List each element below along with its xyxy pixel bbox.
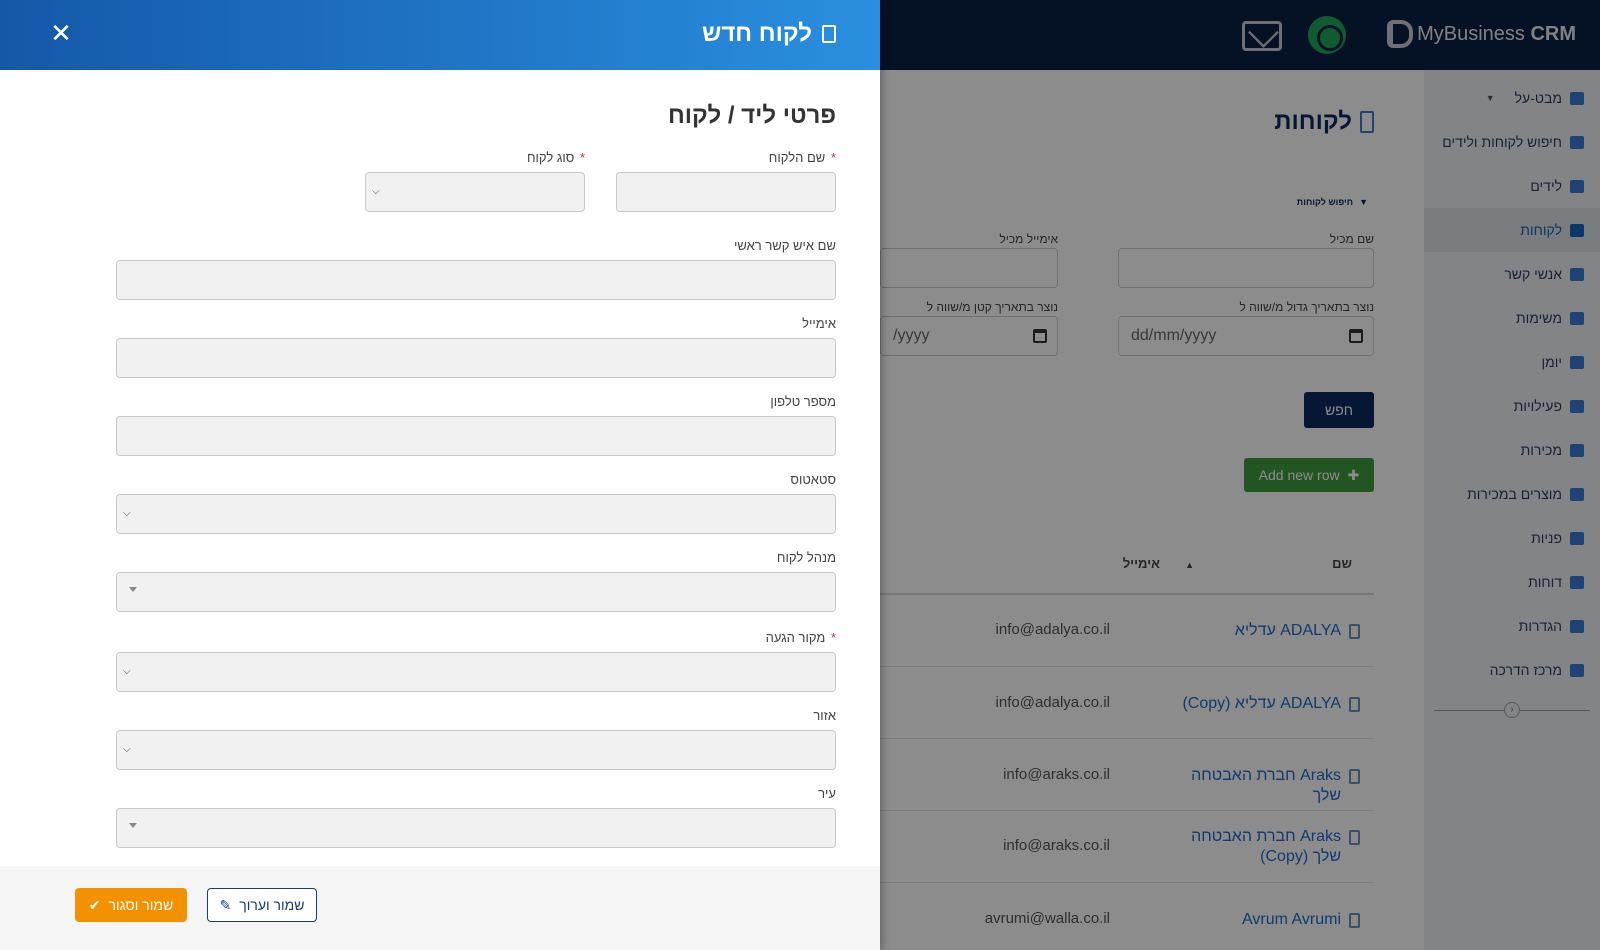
main-contact-label: שם איש קשר ראשי	[734, 238, 836, 253]
new-customer-panel: לקוח חדש ✕ פרטי ליד / לקוח * שם הלקוח * …	[0, 0, 880, 950]
account-manager-label: מנהל לקוח	[776, 550, 836, 565]
city-label: עיר	[818, 786, 836, 801]
panel-footer: שמור וסגור ✔ שמור וערוך ✎	[0, 866, 880, 950]
customer-type-select[interactable]: ⌵	[365, 172, 585, 212]
customer-type-label-text: סוג לקוח	[526, 150, 575, 165]
customer-name-label: * שם הלקוח	[769, 150, 836, 165]
save-edit-label: שמור וערוך	[239, 897, 305, 913]
region-label: אזור	[813, 708, 836, 723]
lead-source-label: * מקור הגעה	[766, 630, 836, 645]
status-select[interactable]: ⌵	[116, 494, 836, 534]
city-select[interactable]	[116, 808, 836, 848]
panel-title: לקוח חדש	[702, 20, 836, 48]
chevron-down-icon: ⌵	[372, 186, 380, 197]
save-close-label: שמור וסגור	[108, 897, 174, 913]
check-icon: ✔	[88, 896, 101, 913]
customer-name-input[interactable]	[616, 172, 836, 212]
region-select[interactable]: ⌵	[116, 730, 836, 770]
building-icon	[822, 25, 836, 43]
phone-label: מספר טלפון	[770, 394, 836, 409]
chevron-down-icon: ⌵	[123, 666, 131, 677]
save-edit-button[interactable]: שמור וערוך ✎	[207, 888, 317, 922]
customer-form: פרטי ליד / לקוח * שם הלקוח * סוג לקוח ⌵ …	[0, 70, 880, 866]
customer-type-label: * סוג לקוח	[527, 150, 585, 165]
account-manager-select[interactable]	[116, 572, 836, 612]
chevron-down-icon: ⌵	[123, 744, 131, 755]
section-title: פרטי ליד / לקוח	[667, 102, 836, 129]
caret-down-icon	[129, 823, 137, 828]
close-icon[interactable]: ✕	[50, 18, 72, 48]
required-mark: *	[830, 150, 836, 165]
lead-source-select[interactable]: ⌵	[116, 652, 836, 692]
required-mark: *	[830, 630, 836, 645]
status-label: סטאטוס	[790, 472, 836, 487]
panel-header: לקוח חדש ✕	[0, 0, 880, 70]
pencil-icon: ✎	[219, 896, 232, 913]
phone-input[interactable]	[116, 416, 836, 456]
chevron-down-icon: ⌵	[123, 508, 131, 519]
customer-name-label-text: שם הלקוח	[768, 150, 826, 165]
save-close-button[interactable]: שמור וסגור ✔	[75, 888, 187, 922]
lead-source-label-text: מקור הגעה	[765, 630, 826, 645]
email-label: אימייל	[802, 316, 836, 331]
caret-down-icon	[129, 587, 137, 592]
main-contact-input[interactable]	[116, 260, 836, 300]
email-input[interactable]	[116, 338, 836, 378]
panel-title-text: לקוח חדש	[702, 20, 812, 47]
required-mark: *	[579, 150, 585, 165]
